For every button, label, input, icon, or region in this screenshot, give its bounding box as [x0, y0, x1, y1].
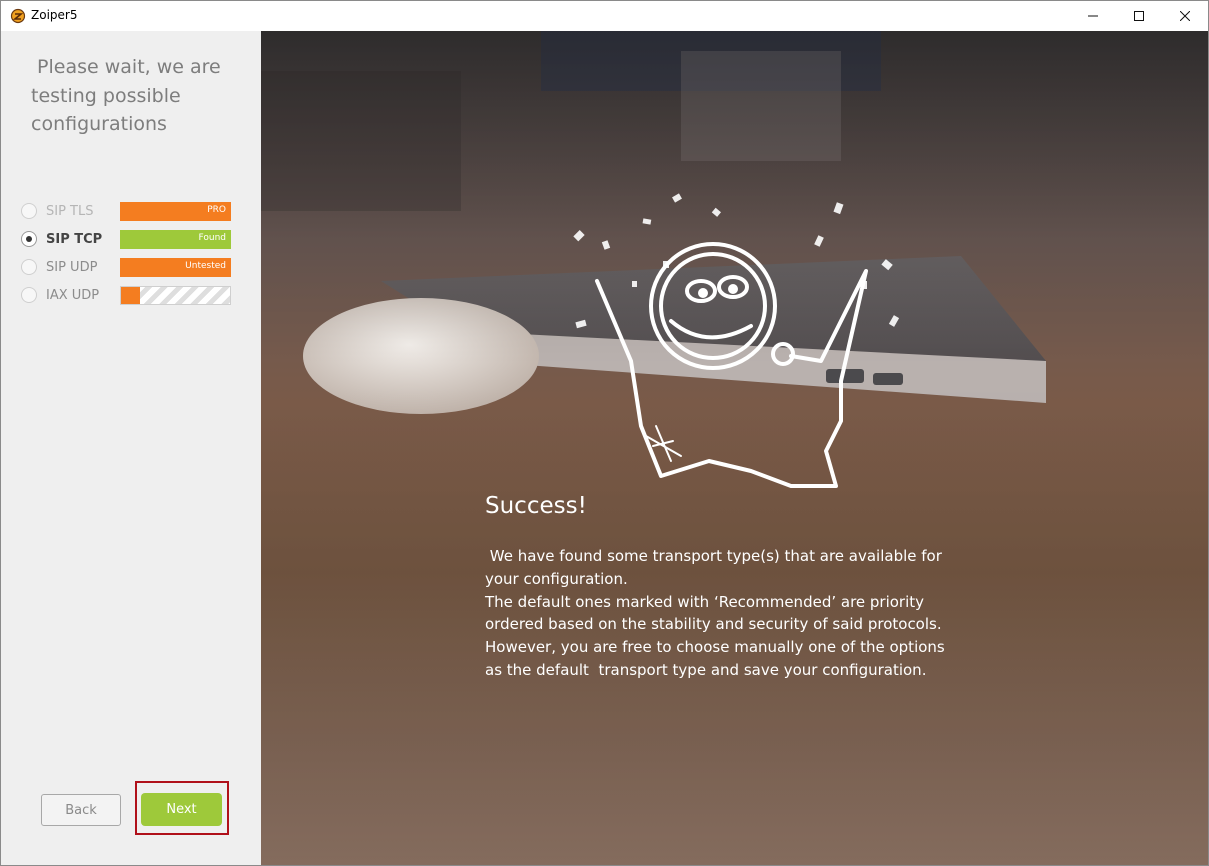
radio-sip-tcp[interactable]: [21, 231, 37, 247]
transport-option-iax-udp[interactable]: IAX UDP: [21, 286, 241, 306]
sidebar: Please wait, we are testing possible con…: [1, 31, 261, 865]
testing-heading: Please wait, we are testing possible con…: [31, 56, 221, 135]
transport-option-sip-tls[interactable]: SIP TLS PRO: [21, 202, 241, 222]
close-icon: [1180, 11, 1190, 21]
message-paragraph: The default ones marked with ‘Recommende…: [485, 592, 942, 634]
success-title: Success!: [485, 493, 587, 519]
success-panel: Success! We have found some transport ty…: [261, 31, 1208, 865]
transport-option-sip-tcp[interactable]: SIP TCP Found: [21, 230, 241, 250]
maximize-button[interactable]: [1116, 1, 1162, 31]
maximize-icon: [1134, 11, 1144, 21]
success-message: We have found some transport type(s) tha…: [485, 545, 945, 682]
title-bar[interactable]: Zoiper5: [1, 1, 1208, 31]
status-badge: PRO: [120, 202, 231, 221]
minimize-button[interactable]: [1070, 1, 1116, 31]
testing-progress-bar: [120, 286, 231, 305]
zoiper-logo-icon: [10, 8, 26, 24]
transport-label: SIP TLS: [46, 204, 94, 219]
transport-label: SIP UDP: [46, 260, 98, 275]
transport-label: SIP TCP: [46, 232, 103, 247]
message-paragraph: We have found some transport type(s) tha…: [485, 547, 947, 588]
background-photo: [261, 31, 1208, 865]
window-title: Zoiper5: [31, 8, 78, 22]
transport-option-sip-udp[interactable]: SIP UDP Untested: [21, 258, 241, 278]
progress-fill: [121, 287, 140, 304]
radio-sip-udp[interactable]: [21, 259, 37, 275]
transport-label: IAX UDP: [46, 288, 100, 303]
back-button[interactable]: Back: [41, 794, 121, 826]
message-paragraph: However, you are free to choose manually…: [485, 638, 945, 679]
minimize-icon: [1088, 15, 1098, 17]
status-badge: Found: [120, 230, 231, 249]
close-button[interactable]: [1162, 1, 1208, 31]
radio-sip-tls[interactable]: [21, 203, 37, 219]
next-button[interactable]: Next: [141, 793, 222, 826]
status-badge: Untested: [120, 258, 231, 277]
app-window: Zoiper5 Please wait, we are testing poss…: [0, 0, 1209, 866]
radio-iax-udp[interactable]: [21, 287, 37, 303]
